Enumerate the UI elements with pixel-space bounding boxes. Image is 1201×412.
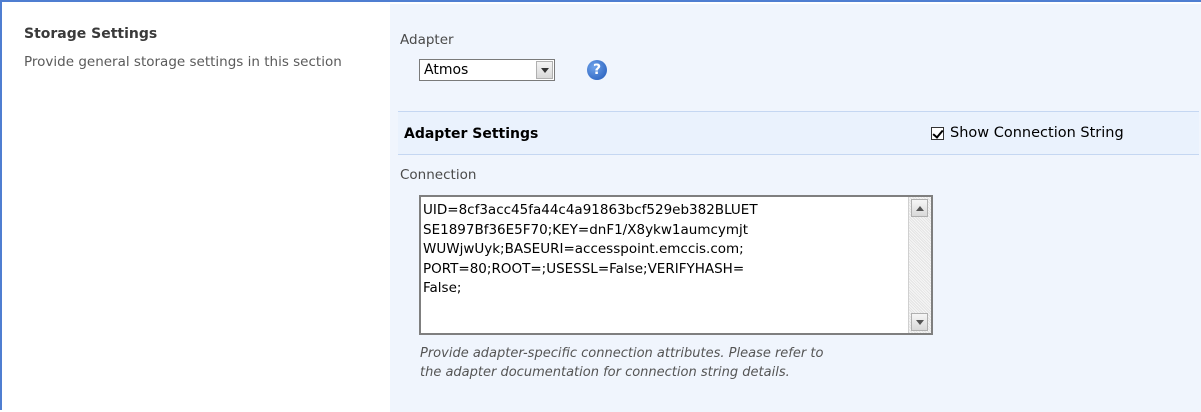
chevron-down-icon (540, 67, 549, 73)
left-column: Storage Settings Provide general storage… (4, 4, 390, 412)
connection-line: UID=8cf3acc45fa44c4a91863bcf529eb382BLUE… (423, 202, 758, 218)
storage-settings-frame: Storage Settings Provide general storage… (0, 0, 1201, 412)
connection-line: PORT=80;ROOT=;USESSL=False;VERIFYHASH= (423, 260, 745, 277)
adapter-select-value: Atmos (424, 62, 469, 78)
connection-scrollbar[interactable] (908, 197, 931, 333)
help-icon[interactable]: ? (587, 60, 607, 80)
connection-label: Connection (400, 167, 477, 183)
arrow-down-icon (915, 319, 924, 325)
connection-textarea[interactable]: UID=8cf3acc45fa44c4a91863bcf529eb382BLUE… (419, 195, 933, 335)
section-description: Provide general storage settings in this… (24, 54, 342, 70)
connection-text: UID=8cf3acc45fa44c4a91863bcf529eb382BLUE… (423, 201, 909, 299)
show-connection-string-label: Show Connection String (950, 125, 1124, 141)
show-connection-string-checkbox[interactable] (931, 126, 944, 140)
connection-hint-line: Provide adapter-specific connection attr… (420, 346, 824, 361)
scroll-down-button[interactable] (911, 313, 928, 331)
adapter-select[interactable]: Atmos (419, 59, 555, 81)
adapter-settings-title: Adapter Settings (404, 126, 539, 142)
connection-line: False; (423, 280, 462, 296)
connection-line: SE1897Bf36E5F70;KEY=dnF1/X8ykw1aumcymjt (423, 221, 749, 238)
right-column: Adapter Atmos ? Adapter Settings Show Co… (390, 4, 1201, 412)
connection-hint: Provide adapter-specific connection attr… (420, 344, 980, 382)
show-connection-string-toggle[interactable]: Show Connection String (931, 125, 1124, 141)
adapter-dropdown-button[interactable] (536, 61, 553, 79)
scroll-up-button[interactable] (911, 199, 928, 217)
adapter-settings-bar: Adapter Settings Show Connection String (398, 111, 1199, 155)
adapter-label: Adapter (400, 32, 454, 48)
connection-line: WUWjwUyk;BASEURI=accesspoint.emccis.com; (423, 241, 744, 257)
arrow-up-icon (915, 205, 924, 211)
connection-hint-line: the adapter documentation for connection… (420, 365, 790, 380)
section-title: Storage Settings (24, 26, 158, 42)
